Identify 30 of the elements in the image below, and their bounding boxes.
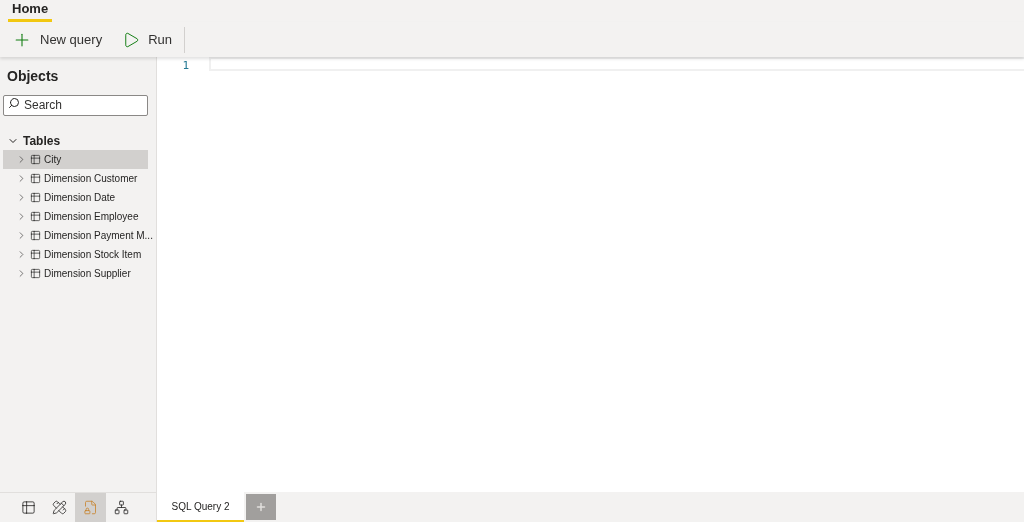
diagram-icon <box>114 500 129 515</box>
tree-item[interactable]: Dimension Stock Item <box>3 245 148 264</box>
tree-item[interactable]: City <box>3 150 148 169</box>
tree-group-label[interactable]: Tables <box>23 132 61 150</box>
search-icon <box>8 97 20 109</box>
tree-item[interactable]: Dimension Customer <box>3 169 148 188</box>
table-icon <box>30 211 41 222</box>
table-icon <box>30 192 41 203</box>
table-icon <box>30 230 41 241</box>
tree-item[interactable]: Dimension Date <box>3 188 148 207</box>
ruler-icon <box>52 500 67 515</box>
play-icon <box>122 30 141 49</box>
table-icon <box>30 173 41 184</box>
new-query-button[interactable]: New query <box>8 25 107 54</box>
document-lock-icon <box>83 500 98 515</box>
tree-item[interactable]: Dimension Supplier <box>3 264 148 283</box>
table-icon <box>30 249 41 260</box>
query-tab[interactable]: SQL Query 2 <box>157 492 244 522</box>
table-icon <box>30 154 41 165</box>
line-number: 1 <box>182 58 189 72</box>
panel-title: Objects <box>6 67 60 86</box>
table-icon <box>30 268 41 279</box>
ribbon-tab[interactable]: Home <box>8 0 53 22</box>
search-field[interactable]: Search <box>3 94 148 116</box>
plus-icon <box>255 501 267 513</box>
add-tab-button[interactable] <box>246 494 276 520</box>
tree-item[interactable]: Dimension Employee <box>3 207 148 226</box>
run-button[interactable]: Run <box>110 25 176 54</box>
table-icon <box>21 500 36 515</box>
chevron-right-icon[interactable] <box>16 249 27 260</box>
